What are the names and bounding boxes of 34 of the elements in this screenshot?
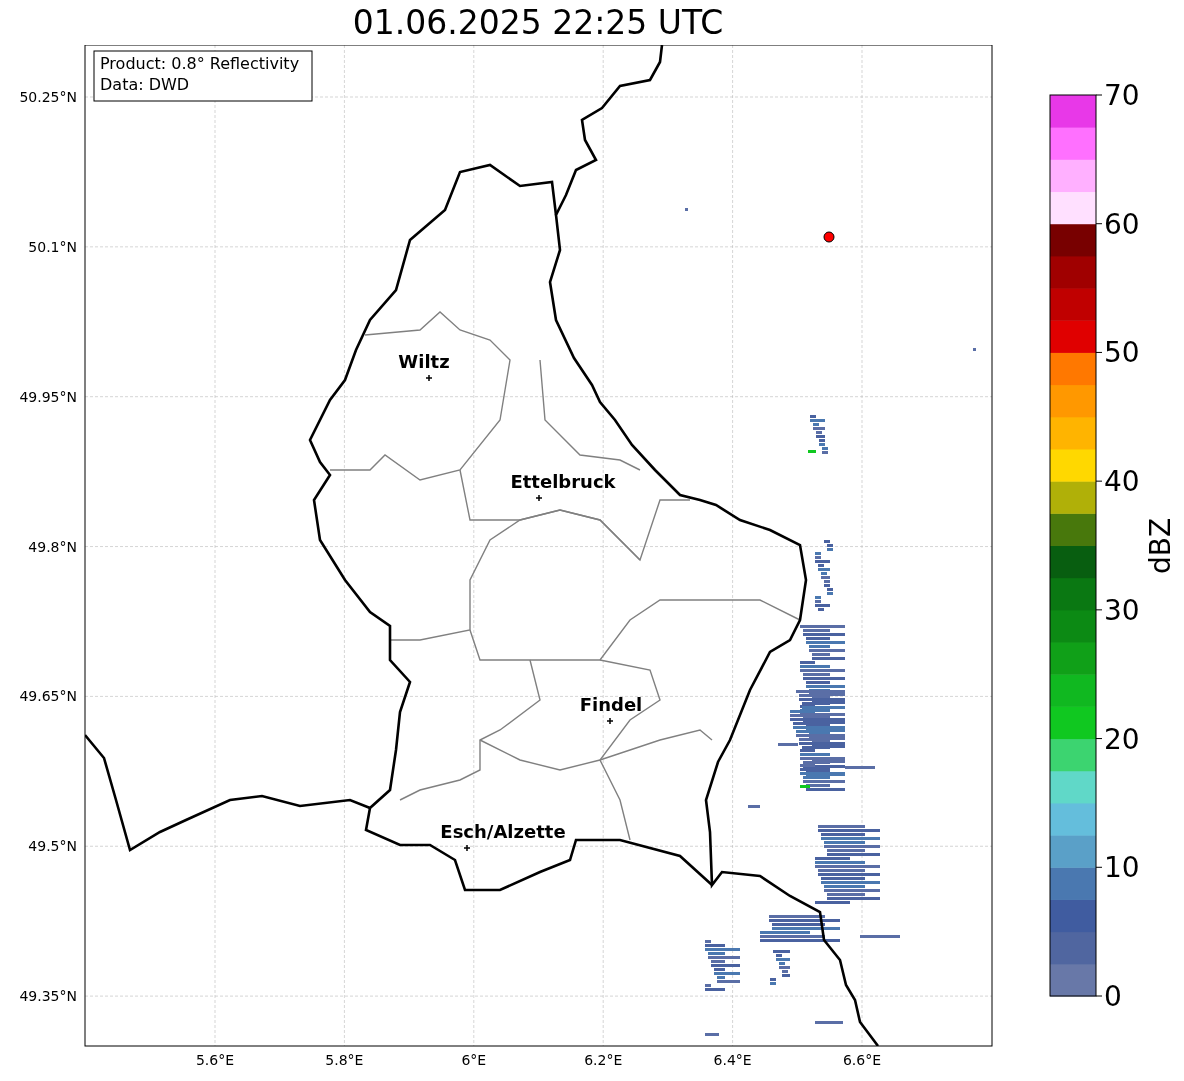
legend-text: Data: DWD: [100, 75, 190, 94]
city-label: Findel: [579, 694, 643, 715]
longitude-label: 5.8°E: [325, 1052, 364, 1068]
colorbar-label: dBZ: [1144, 517, 1177, 575]
latitude-label: 50.25°N: [19, 89, 77, 105]
city-label: Ettelbruck: [510, 471, 616, 492]
longitude-label: 6°E: [461, 1052, 487, 1068]
latitude-label: 49.65°N: [19, 688, 77, 705]
colorbar-tick-label: 40: [1104, 465, 1140, 499]
legend-text: Product: 0.8° Reflectivity: [100, 54, 300, 73]
city-marker-icon: [535, 494, 543, 502]
longitude-label: 5.6°E: [195, 1052, 235, 1068]
latitude-label: 49.5°N: [28, 838, 77, 855]
colorbar-tick-label: 50: [1104, 336, 1140, 370]
city-marker-icon: [463, 844, 471, 852]
city-label: Esch/Alzette: [440, 821, 566, 842]
longitude-label: 6.2°E: [584, 1052, 623, 1068]
longitude-label: 6.4°E: [713, 1052, 752, 1068]
colorbar-tick-label: 60: [1104, 207, 1140, 241]
latitude-label: 49.95°N: [19, 388, 77, 405]
city-marker-icon: [606, 717, 614, 725]
colorbar-tick-label: 0: [1104, 980, 1122, 1013]
longitude-label: 6.6°E: [842, 1052, 882, 1068]
latitude-label: 50.1°N: [28, 238, 77, 255]
latitude-label: 49.8°N: [28, 538, 77, 555]
colorbar-tick-label: 30: [1104, 593, 1140, 627]
colorbar-tick-label: 70: [1104, 79, 1140, 112]
colorbar-tick-label: 10: [1104, 851, 1140, 885]
radar-site-marker: [823, 231, 835, 243]
colorbar-tick-label: 20: [1104, 722, 1140, 756]
city-label: Wiltz: [398, 351, 450, 372]
city-marker-icon: [425, 374, 433, 382]
latitude-label: 49.35°N: [19, 988, 77, 1005]
chart-title: 01.06.2025 22:25 UTC: [352, 6, 724, 39]
